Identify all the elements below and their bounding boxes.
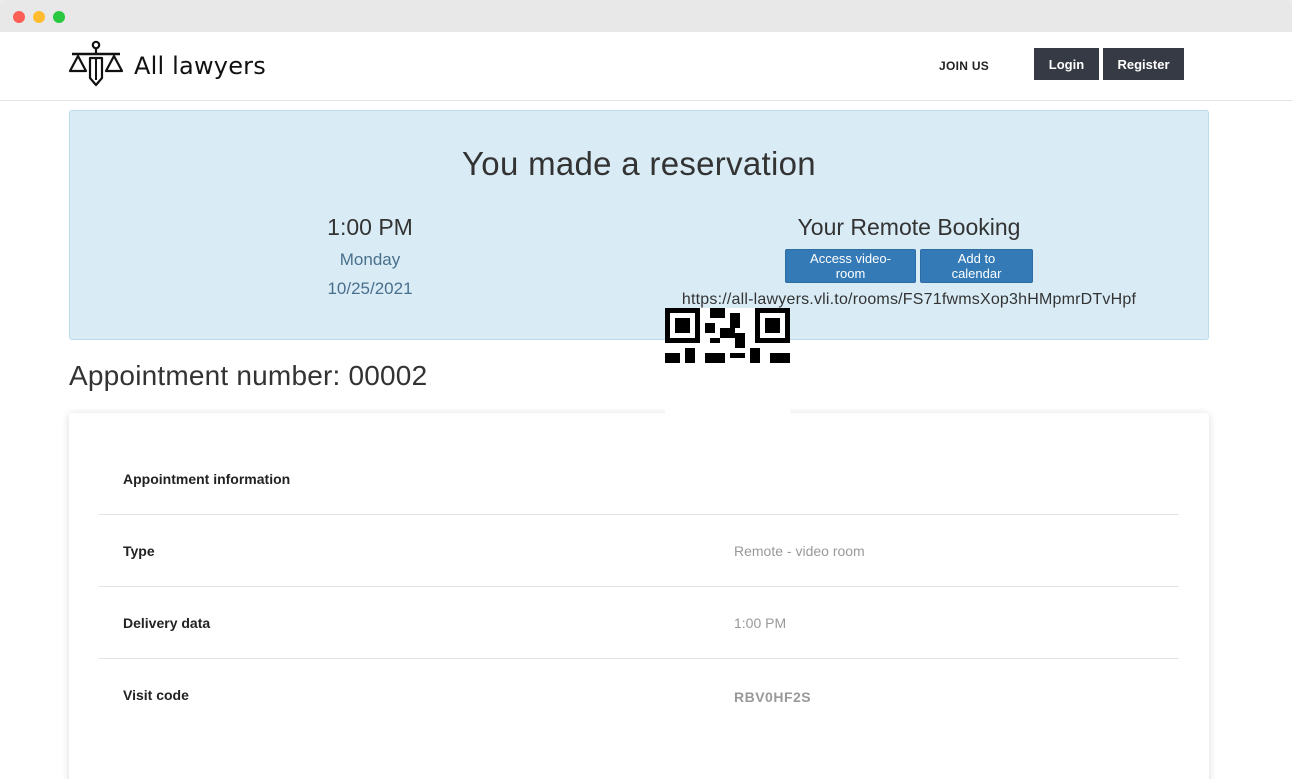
top-navbar: All lawyers JOIN US Login Register [0, 32, 1292, 101]
section-title: Appointment information [123, 471, 291, 487]
appointment-info-card: Appointment information Type Remote - vi… [69, 413, 1209, 779]
window-titlebar [0, 0, 1292, 32]
reservation-heading: You made a reservation [462, 145, 816, 182]
video-room-url[interactable]: https://all-lawyers.vli.to/rooms/FS71fwm… [670, 291, 1148, 309]
minimize-window-button[interactable] [33, 11, 45, 23]
scales-of-justice-icon [68, 40, 124, 93]
remote-booking-section: Your Remote Booking Access video-room Ad… [670, 214, 1148, 309]
type-value: Remote - video room [734, 543, 865, 559]
register-button[interactable]: Register [1103, 48, 1184, 80]
join-us-link[interactable]: JOIN US [939, 59, 989, 73]
add-to-calendar-button[interactable]: Add to calendar [920, 249, 1033, 283]
close-window-button[interactable] [13, 11, 25, 23]
visit-code-value: RBV0HF2S [734, 689, 812, 705]
access-video-room-button[interactable]: Access video-room [785, 249, 916, 283]
appointment-number-heading: Appointment number: 00002 [69, 360, 428, 391]
reservation-date: 10/25/2021 [327, 279, 413, 298]
reservation-day: Monday [339, 250, 401, 269]
visit-code-label: Visit code [123, 687, 189, 703]
brand-name: All lawyers [134, 52, 266, 80]
type-label: Type [123, 543, 155, 559]
visit-qr-code [665, 308, 790, 433]
table-row: Delivery data 1:00 PM [99, 587, 1179, 659]
table-row: Visit code RBV0HF2S [99, 659, 1179, 779]
delivery-data-label: Delivery data [123, 615, 211, 631]
reservation-time: 1:00 PM [327, 214, 413, 240]
remote-booking-title: Your Remote Booking [797, 214, 1021, 240]
browser-window: All lawyers JOIN US Login Register You m… [0, 0, 1292, 779]
maximize-window-button[interactable] [53, 11, 65, 23]
login-button[interactable]: Login [1034, 48, 1099, 80]
reservation-datetime: 1:00 PM Monday 10/25/2021 [70, 214, 670, 299]
delivery-data-value: 1:00 PM [734, 615, 787, 631]
brand-logo-link[interactable]: All lawyers [68, 40, 266, 93]
appointment-info-header: Appointment information [99, 443, 1179, 515]
remote-booking-actions: Access video-room Add to calendar [670, 249, 1148, 283]
table-row: Type Remote - video room [99, 515, 1179, 587]
reservation-confirmation-panel: You made a reservation 1:00 PM Monday 10… [69, 110, 1209, 340]
